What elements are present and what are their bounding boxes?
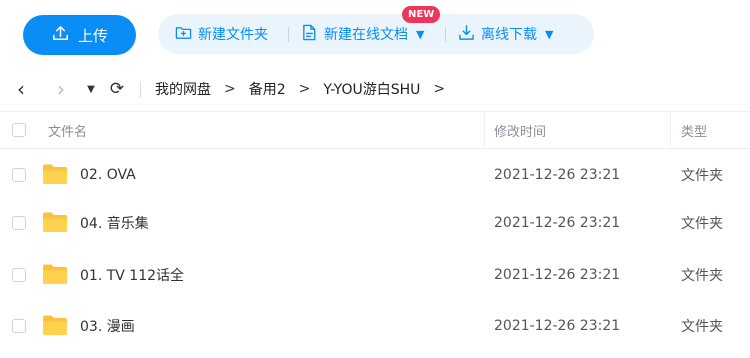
action-divider [445,27,446,42]
file-type: 文件夹 [681,318,723,335]
table-row[interactable]: 02. OVA 2021-12-26 23:21 文件夹 [0,151,750,198]
action-bar: 新建文件夹 新建在线文档 ▼ NEW 离线下载 ▼ [158,6,594,54]
table-row[interactable]: 03. 漫画 2021-12-26 23:21 文件夹 [0,302,750,349]
file-name[interactable]: 01. TV 112话全 [80,251,184,298]
folder-icon [43,212,67,232]
nav-divider [140,82,141,98]
download-icon [458,24,475,45]
action-divider [288,27,289,42]
table-row[interactable]: 04. 音乐集 2021-12-26 23:21 文件夹 [0,199,750,246]
column-header-name[interactable]: 文件名 [48,112,87,148]
new-folder-icon [175,24,192,45]
column-divider[interactable] [670,112,671,148]
breadcrumb-item[interactable]: Y-YOU游白SHU [323,79,420,99]
chevron-down-icon: ▼ [545,27,554,41]
file-name[interactable]: 04. 音乐集 [80,199,149,246]
breadcrumb-item[interactable]: 我的网盘 [155,79,211,99]
chevron-down-icon: ▼ [416,27,425,41]
offline-download-button[interactable]: 离线下载 ▼ [458,14,553,54]
row-checkbox[interactable] [12,268,26,282]
navigation-bar: ‹ › ▼ ⟳ 我的网盘 > 备用2 > Y-YOU游白SHU > [0,70,750,108]
select-all-checkbox[interactable] [12,123,26,137]
table-row[interactable]: 01. TV 112话全 2021-12-26 23:21 文件夹 [0,251,750,298]
column-divider[interactable] [484,112,485,148]
file-type: 文件夹 [681,167,723,184]
offline-download-label: 离线下载 [481,27,537,43]
breadcrumb: 我的网盘 > 备用2 > Y-YOU游白SHU > [155,70,445,108]
modified-time: 2021-12-26 23:21 [494,214,621,231]
modified-time: 2021-12-26 23:21 [494,166,621,183]
row-checkbox[interactable] [12,168,26,182]
online-doc-label: 新建在线文档 [324,27,408,43]
file-name[interactable]: 03. 漫画 [80,302,135,349]
history-dropdown-icon[interactable]: ▼ [85,78,97,100]
modified-time: 2021-12-26 23:21 [494,266,621,283]
forward-icon[interactable]: › [52,77,70,101]
modified-time: 2021-12-26 23:21 [494,317,621,334]
table-header: 文件名 修改时间 类型 [0,111,750,149]
file-type: 文件夹 [681,267,723,284]
new-folder-label: 新建文件夹 [198,27,268,43]
new-badge: NEW [402,6,441,23]
new-folder-button[interactable]: 新建文件夹 [175,14,268,54]
row-checkbox[interactable] [12,319,26,333]
file-name[interactable]: 02. OVA [80,151,136,198]
breadcrumb-item[interactable]: 备用2 [249,79,286,99]
online-doc-icon [301,24,318,45]
column-header-type[interactable]: 类型 [681,112,707,148]
upload-button[interactable]: 上传 [23,15,136,55]
row-checkbox[interactable] [12,216,26,230]
breadcrumb-separator: > [298,81,311,97]
column-header-modified[interactable]: 修改时间 [494,112,546,148]
folder-icon [43,264,67,284]
breadcrumb-separator: > [433,81,446,97]
upload-icon [51,24,70,47]
back-icon[interactable]: ‹ [12,77,30,101]
file-type: 文件夹 [681,215,723,232]
folder-icon [43,164,67,184]
toolbar: 上传 新建文件夹 新建在线文档 ▼ NEW 离线下载 ▼ [0,0,750,68]
folder-icon [43,315,67,335]
refresh-icon[interactable]: ⟳ [107,78,127,100]
breadcrumb-separator: > [224,81,236,97]
upload-label: 上传 [77,26,108,45]
